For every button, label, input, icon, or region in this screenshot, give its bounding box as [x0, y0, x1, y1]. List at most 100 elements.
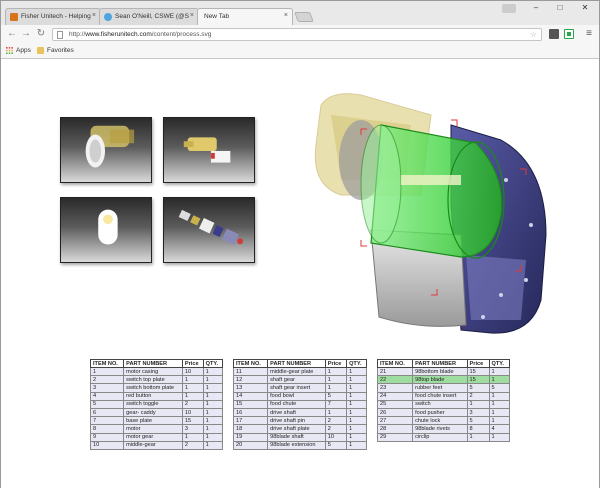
page-icon	[57, 31, 63, 39]
table-row[interactable]: 6 gear- caddy 10 1	[89, 407, 224, 418]
table-row[interactable]: 7 base plate 15 1	[89, 416, 224, 426]
table-cell: drive shaft plate	[267, 424, 326, 434]
table-cell: 1	[202, 432, 224, 442]
table-row[interactable]: 5 switch toggle 2 1	[89, 399, 224, 409]
bookmark-apps[interactable]: Apps	[6, 47, 31, 54]
table-row[interactable]: 20 98blade extension 5 1	[232, 440, 367, 450]
back-arrow-icon[interactable]: ←	[6, 28, 18, 40]
table-row[interactable]: 9 motor gear 1 1	[89, 432, 224, 442]
tab-sean-oneill[interactable]: Sean O'Neill, CSWE (@S ×	[99, 8, 199, 25]
col-header: QTY.	[488, 359, 510, 368]
maximize-icon[interactable]: □	[550, 2, 570, 14]
table-cell: 1	[181, 383, 204, 393]
table-row[interactable]: 24 food chute insert 2 1	[376, 391, 510, 401]
table-row[interactable]: 13 shaft gear insert 1 1	[232, 383, 367, 393]
close-icon[interactable]: ×	[190, 12, 194, 19]
table-cell: 24	[376, 391, 414, 401]
table-cell: 1	[488, 416, 510, 426]
table-cell: food chute	[267, 399, 326, 409]
minimize-icon[interactable]: –	[526, 2, 546, 14]
evernote-extension-icon[interactable]	[564, 29, 574, 39]
close-icon[interactable]: ×	[92, 12, 96, 19]
table-row[interactable]: 23 rubber feet 5 5	[376, 383, 510, 393]
table-cell: switch bottom plate	[123, 383, 183, 393]
table-cell: 28	[376, 424, 414, 434]
table-cell: 10	[181, 366, 204, 377]
bookmark-favorites[interactable]: Favorites	[37, 47, 74, 54]
table-cell: 1	[181, 432, 204, 442]
reload-icon[interactable]: ↻	[35, 28, 47, 40]
table-cell: 17	[232, 416, 269, 426]
table-cell: 3	[89, 383, 125, 393]
table-row[interactable]: 19 98blade shaft 10 1	[232, 432, 367, 442]
table-cell: middle-gear	[123, 440, 183, 450]
col-header: ITEM NO.	[232, 359, 269, 368]
table-cell: 98blade rivets	[412, 424, 468, 434]
table-cell: 4	[488, 424, 510, 434]
table-cell: middle-gear plate	[267, 366, 326, 377]
extension-icon[interactable]	[549, 29, 559, 39]
table-row[interactable]: 3 switch bottom plate 1 1	[89, 383, 224, 393]
thumb-switch-plate[interactable]	[163, 117, 255, 183]
close-window-icon[interactable]: ✕	[575, 2, 595, 14]
table-cell: 1	[202, 424, 224, 434]
table-cell: 8	[466, 424, 490, 434]
table-row[interactable]: 17 drive shaft pin 2 1	[232, 416, 367, 426]
food-processor-3d-model[interactable]	[301, 85, 571, 355]
table-cell: 3	[466, 407, 490, 418]
star-icon[interactable]: ☆	[530, 30, 537, 39]
table-cell: food bowl	[267, 391, 326, 401]
table-cell: 1	[202, 383, 224, 393]
col-header: ITEM NO.	[376, 359, 414, 368]
table-row[interactable]: 2 switch top plate 1 1	[89, 375, 224, 385]
table-cell: 5	[466, 416, 490, 426]
table-row[interactable]: 29 circlip 1 1	[376, 432, 510, 442]
thumb-exploded-view[interactable]	[163, 197, 255, 263]
table-cell: 1	[89, 366, 125, 377]
new-tab-button[interactable]	[294, 12, 314, 22]
menu-icon[interactable]: ≡	[585, 28, 593, 40]
table-row[interactable]: 12 shaft gear 1 1	[232, 375, 367, 385]
table-row[interactable]: 1 motor casing 10 1	[89, 366, 224, 377]
close-icon[interactable]: ×	[284, 12, 288, 19]
table-row[interactable]: 14 food bowl 5 1	[232, 391, 367, 401]
table-cell: food chute insert	[412, 391, 468, 401]
table-cell: 2	[324, 416, 348, 426]
tab-new-tab[interactable]: New Tab ×	[197, 8, 293, 25]
table-cell: 1	[346, 407, 367, 418]
address-bar[interactable]: http://www.fisherunitech.com/content/pro…	[52, 28, 542, 41]
table-cell: 1	[346, 375, 367, 385]
table-cell: 1	[466, 399, 490, 409]
table-row[interactable]: 16 drive shaft 1 1	[232, 407, 367, 418]
table-cell: 98bottom blade	[412, 366, 468, 377]
table-row[interactable]: 21 98bottom blade 15 1	[376, 366, 510, 377]
profile-badge[interactable]	[502, 4, 516, 13]
table-cell: 20	[232, 440, 269, 450]
thumb-gear-caddy[interactable]	[60, 197, 152, 263]
table-cell: 2	[324, 424, 348, 434]
thumb-motor-assembly[interactable]	[60, 117, 152, 183]
table-cell: base plate	[123, 416, 183, 426]
table-row[interactable]: 18 drive shaft plate 2 1	[232, 424, 367, 434]
tab-strip: Fisher Unitech - Helping × Sean O'Neill,…	[1, 1, 599, 25]
table-cell: rubber feet	[412, 383, 468, 393]
table-row[interactable]: 8 motor 3 1	[89, 424, 224, 434]
table-cell: 18	[232, 424, 269, 434]
table-row[interactable]: 10 middle-gear 2 1	[89, 440, 224, 450]
table-cell: 6	[89, 407, 125, 418]
table-cell: 5	[324, 391, 348, 401]
table-row[interactable]: 25 switch 1 1	[376, 399, 510, 409]
table-row[interactable]: 15 food chute 7 1	[232, 399, 367, 409]
table-row[interactable]: 11 middle-gear plate 1 1	[232, 366, 367, 377]
table-row[interactable]: 28 98blade rivets 8 4	[376, 424, 510, 434]
tab-fisher-unitech[interactable]: Fisher Unitech - Helping ×	[5, 8, 101, 25]
table-row[interactable]: 26 food pusher 3 1	[376, 407, 510, 418]
table-cell: motor gear	[123, 432, 183, 442]
table-cell: 1	[346, 432, 367, 442]
table-row[interactable]: 4 red button 1 1	[89, 391, 224, 401]
table-row[interactable]: 27 chute lock 5 1	[376, 416, 510, 426]
table-cell: switch	[412, 399, 468, 409]
forward-arrow-icon[interactable]: →	[20, 28, 32, 40]
table-cell: 98blade shaft	[267, 432, 326, 442]
table-row[interactable]: 22 98top blade 15 1	[376, 375, 510, 385]
